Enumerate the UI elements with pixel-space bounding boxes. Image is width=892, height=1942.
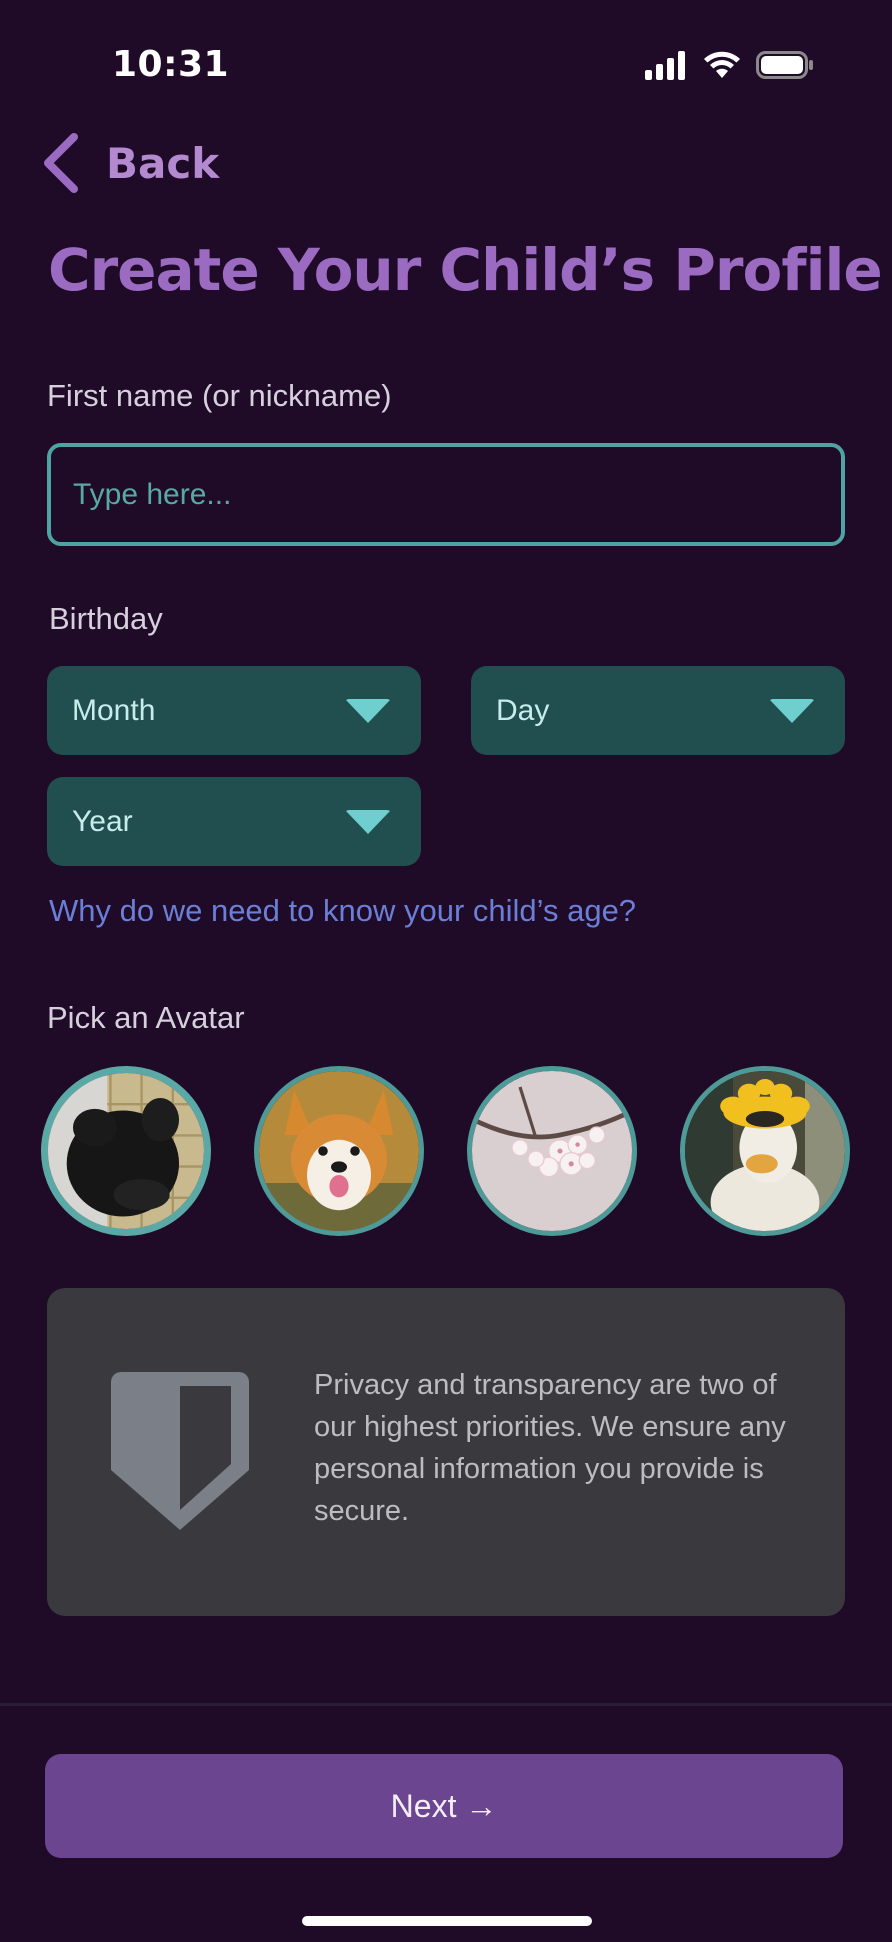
day-dropdown-label: Day [496, 693, 550, 727]
next-button[interactable]: Next → [45, 1754, 843, 1858]
wifi-icon [704, 51, 740, 78]
day-dropdown[interactable]: Day [471, 666, 845, 755]
status-time: 10:31 [112, 44, 230, 85]
privacy-card: Privacy and transparency are two of our … [47, 1288, 845, 1616]
cherry-blossom-image [472, 1071, 632, 1231]
month-dropdown[interactable]: Month [47, 666, 421, 755]
chevron-down-icon [345, 809, 391, 834]
birthday-label: Birthday [49, 601, 163, 636]
divider [0, 1703, 892, 1706]
avatar-cherry-blossom[interactable] [467, 1066, 637, 1236]
battery-icon [756, 51, 813, 79]
chevron-down-icon [769, 698, 815, 723]
privacy-text: Privacy and transparency are two of our … [314, 1369, 786, 1527]
year-dropdown[interactable]: Year [47, 777, 421, 866]
chevron-left-icon [44, 133, 78, 193]
avatar-label: Pick an Avatar [47, 1000, 245, 1035]
name-label: First name (or nickname) [47, 378, 392, 413]
avatar-black-cat[interactable] [41, 1066, 211, 1236]
status-bar: 10:31 [0, 0, 892, 130]
avatar-corgi-dog[interactable] [254, 1066, 424, 1236]
why-age-link[interactable]: Why do we need to know your child’s age? [49, 893, 636, 929]
avatar-duck-with-flower-hat[interactable] [680, 1066, 850, 1236]
black-cat-image [48, 1073, 204, 1229]
name-input[interactable] [47, 443, 845, 546]
back-button[interactable]: Back [40, 128, 219, 198]
signal-icon [645, 51, 685, 80]
back-label: Back [106, 138, 220, 188]
duck-image [685, 1071, 845, 1231]
year-dropdown-label: Year [72, 804, 133, 838]
month-dropdown-label: Month [72, 693, 156, 727]
chevron-down-icon [345, 698, 391, 723]
shield-icon [111, 1372, 249, 1530]
page-title: Create Your Child’s Profile [48, 236, 883, 304]
status-icons [644, 50, 814, 80]
corgi-dog-image [259, 1071, 419, 1231]
home-indicator [302, 1916, 592, 1926]
